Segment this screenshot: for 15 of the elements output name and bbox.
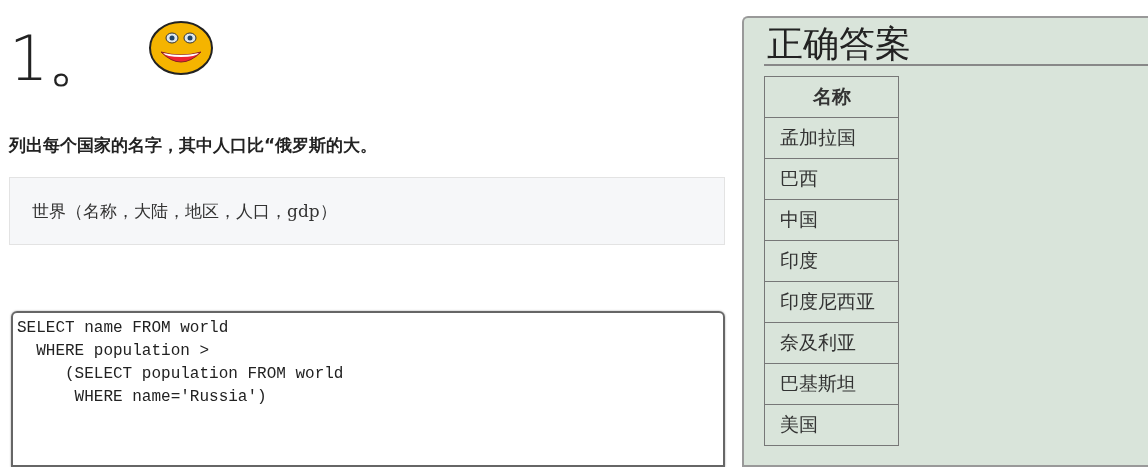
question-text: 列出每个国家的名字，其中人口比“俄罗斯的大。 [9, 134, 379, 157]
table-schema: 世界（名称，大陆，地区，人口，gdp） [9, 177, 725, 245]
table-cell: 中国 [764, 199, 899, 241]
table-cell: 巴西 [764, 158, 899, 200]
table-cell: 印度尼西亚 [764, 281, 899, 323]
exercise-number: 1。 [9, 28, 111, 90]
table-cell: 奈及利亚 [764, 322, 899, 364]
table-cell: 巴基斯坦 [764, 363, 899, 405]
table-cell: 印度 [764, 240, 899, 282]
sql-editor[interactable]: SELECT name FROM world WHERE population > (SELECT population FROM world WHERE name='Russia') [11, 311, 725, 467]
table-cell: 美国 [764, 404, 899, 446]
table-cell: 孟加拉国 [764, 117, 899, 159]
column-header: 名称 [764, 76, 899, 118]
smiley-icon [148, 20, 215, 76]
panel-title: 正确答案 [764, 18, 1148, 66]
